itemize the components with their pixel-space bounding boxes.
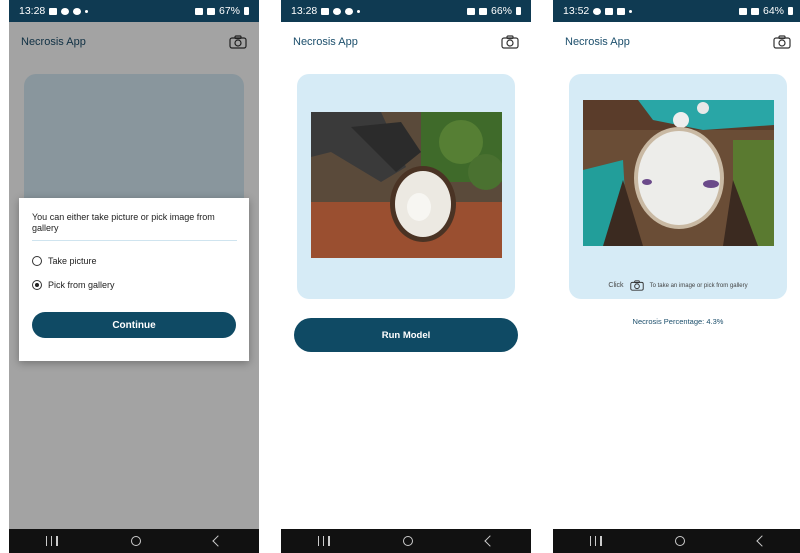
camera-icon[interactable] <box>773 35 791 49</box>
battery-percent: 67% <box>218 5 240 17</box>
recent-apps-icon[interactable] <box>317 536 330 546</box>
radio-unchecked-icon[interactable] <box>32 256 42 266</box>
whatsapp-notification-icon <box>61 7 70 15</box>
battery-icon <box>244 7 249 15</box>
radio-checked-icon[interactable] <box>32 280 42 290</box>
more-notifications-icon <box>629 9 633 13</box>
capture-hint: Click To take an image or pick from gall… <box>569 280 787 291</box>
status-time: 13:28 <box>19 5 46 17</box>
app-bar: Necrosis App <box>553 22 800 62</box>
phone-screen-run-model: 13:28 66% Necrosis App Run Model <box>281 0 531 553</box>
app-title: Necrosis App <box>565 36 630 48</box>
phone-screen-dialog: 13:28 67% Necrosis App You can either ta… <box>9 0 259 553</box>
necrosis-percentage: Necrosis Percentage: 4.3% <box>632 317 724 326</box>
app-bar: Necrosis App <box>281 22 531 62</box>
option-take-picture[interactable]: Take picture <box>32 256 237 266</box>
message-notification-icon <box>593 7 602 15</box>
continue-button[interactable]: Continue <box>32 312 236 338</box>
status-bar: 13:28 66% <box>281 0 531 22</box>
back-icon[interactable] <box>484 535 496 547</box>
message-notification-icon <box>73 7 82 15</box>
status-bar: 13:28 67% <box>9 0 259 22</box>
run-model-button[interactable]: Run Model <box>294 318 518 352</box>
option-label: Take picture <box>48 256 97 266</box>
cassava-root-photo <box>311 112 502 258</box>
system-nav-bar <box>9 529 259 553</box>
message-notification-icon <box>345 7 354 15</box>
system-nav-bar <box>553 529 800 553</box>
upload-icon <box>617 7 626 15</box>
hint-click-label: Click <box>608 282 624 289</box>
option-label: Pick from gallery <box>48 280 115 290</box>
status-bar: 13:52 64% <box>553 0 800 22</box>
cassava-root-photo <box>583 100 774 246</box>
more-notifications-icon <box>85 9 89 13</box>
camera-icon[interactable] <box>629 280 644 291</box>
phone-screen-result: 13:52 64% Necrosis App Click To take an … <box>553 0 800 553</box>
back-icon[interactable] <box>212 535 224 547</box>
battery-icon <box>516 7 521 15</box>
camera-icon[interactable] <box>501 35 519 49</box>
home-icon[interactable] <box>674 536 685 546</box>
gallery-notification-icon <box>49 7 58 15</box>
gallery-notification-icon <box>321 7 330 15</box>
hint-text: To take an image or pick from gallery <box>649 282 748 289</box>
alarm-icon <box>738 7 747 15</box>
dialog-message: You can either take picture or pick imag… <box>32 212 237 241</box>
wifi-icon <box>750 7 759 15</box>
wifi-icon <box>478 7 487 15</box>
system-nav-bar <box>281 529 531 553</box>
back-icon[interactable] <box>756 535 768 547</box>
wifi-icon <box>206 7 215 15</box>
whatsapp-notification-icon <box>333 7 342 15</box>
app-title: Necrosis App <box>293 36 358 48</box>
screen-content: Necrosis App You can either take picture… <box>9 22 259 529</box>
gallery-notification-icon <box>605 7 614 15</box>
home-icon[interactable] <box>402 536 413 546</box>
battery-icon <box>788 7 793 15</box>
battery-percent: 64% <box>762 5 784 17</box>
option-pick-from-gallery[interactable]: Pick from gallery <box>32 280 237 290</box>
status-time: 13:28 <box>291 5 318 17</box>
status-time: 13:52 <box>563 5 590 17</box>
recent-apps-icon[interactable] <box>589 536 602 546</box>
battery-percent: 66% <box>490 5 512 17</box>
recent-apps-icon[interactable] <box>45 536 58 546</box>
alarm-icon <box>466 7 475 15</box>
image-source-dialog: You can either take picture or pick imag… <box>19 198 249 361</box>
more-notifications-icon <box>357 9 361 13</box>
home-icon[interactable] <box>130 536 141 546</box>
alarm-icon <box>194 7 203 15</box>
